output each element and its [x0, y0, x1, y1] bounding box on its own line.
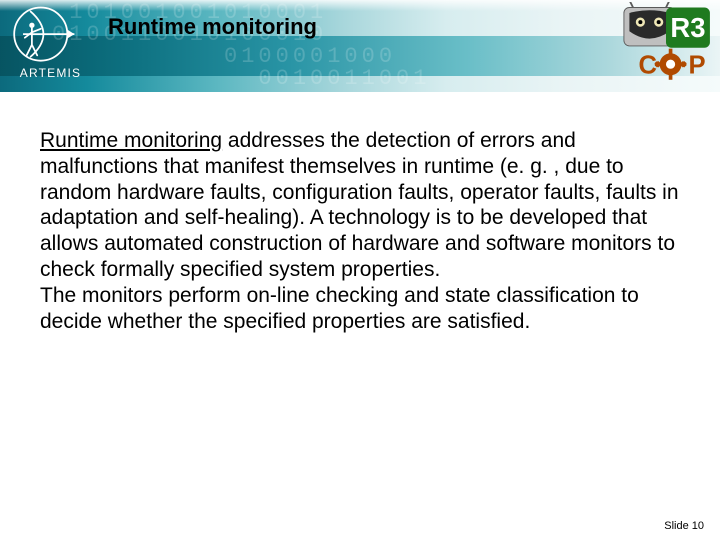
artemis-logo-icon: ARTEMIS: [8, 4, 93, 84]
artemis-logo-label: ARTEMIS: [8, 66, 93, 80]
slide-header: 101001001010001 0100110010100010 0100001…: [0, 0, 720, 92]
cop-p: P: [689, 51, 706, 79]
slide-body: Runtime monitoring addresses the detecti…: [40, 128, 680, 335]
body-lead-underlined: Runtime monitoring: [40, 129, 222, 152]
slide-title: Runtime monitoring: [108, 14, 317, 40]
r3cop-logo-icon: R3 C: [620, 2, 712, 88]
slide-number: Slide 10: [664, 520, 704, 532]
body-para2: The monitors perform on-line checking an…: [40, 284, 639, 333]
slide: 101001001010001 0100110010100010 0100001…: [0, 0, 720, 540]
cop-c: C: [638, 51, 657, 79]
r3-text: R3: [670, 12, 705, 43]
